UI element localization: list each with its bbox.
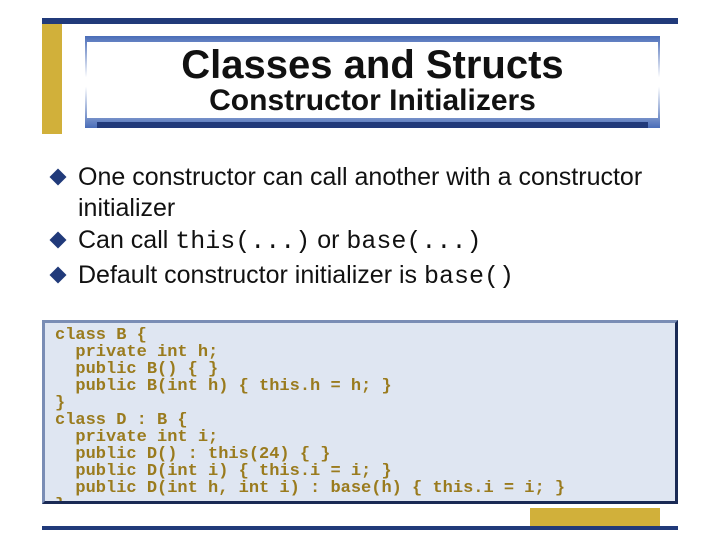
diamond-icon — [50, 169, 67, 186]
title-block: Classes and Structs Constructor Initiali… — [85, 36, 660, 128]
bullet-text-part: One constructor can call another with a … — [78, 163, 642, 222]
left-accent-bar — [42, 24, 62, 134]
bullet-item: One constructor can call another with a … — [52, 162, 670, 223]
slide-subtitle: Constructor Initializers — [107, 84, 638, 118]
diamond-icon — [50, 266, 67, 283]
bullet-text-part: or — [310, 226, 346, 254]
title-underline — [97, 122, 648, 128]
slide-title: Classes and Structs — [107, 44, 638, 86]
bullet-text-part: Default constructor initializer is — [78, 261, 424, 289]
bullet-text: Default constructor initializer is base(… — [78, 260, 514, 293]
code-block: class B { private int h; public B() { } … — [42, 320, 678, 504]
bottom-accent-gold — [530, 508, 660, 526]
bottom-accent-line — [42, 526, 678, 530]
bullet-text-part: Can call — [78, 226, 175, 254]
diamond-icon — [50, 232, 67, 249]
bullet-code: base(...) — [346, 227, 481, 256]
bullet-text: One constructor can call another with a … — [78, 162, 670, 223]
bullet-text: Can call this(...) or base(...) — [78, 225, 481, 258]
bullet-code: base() — [424, 262, 514, 291]
bullet-item: Can call this(...) or base(...) — [52, 225, 670, 258]
slide: Classes and Structs Constructor Initiali… — [0, 0, 720, 540]
bullet-item: Default constructor initializer is base(… — [52, 260, 670, 293]
bullet-list: One constructor can call another with a … — [52, 162, 670, 294]
title-inner: Classes and Structs Constructor Initiali… — [87, 42, 658, 118]
top-accent-bar — [42, 18, 678, 24]
bullet-code: this(...) — [175, 227, 310, 256]
